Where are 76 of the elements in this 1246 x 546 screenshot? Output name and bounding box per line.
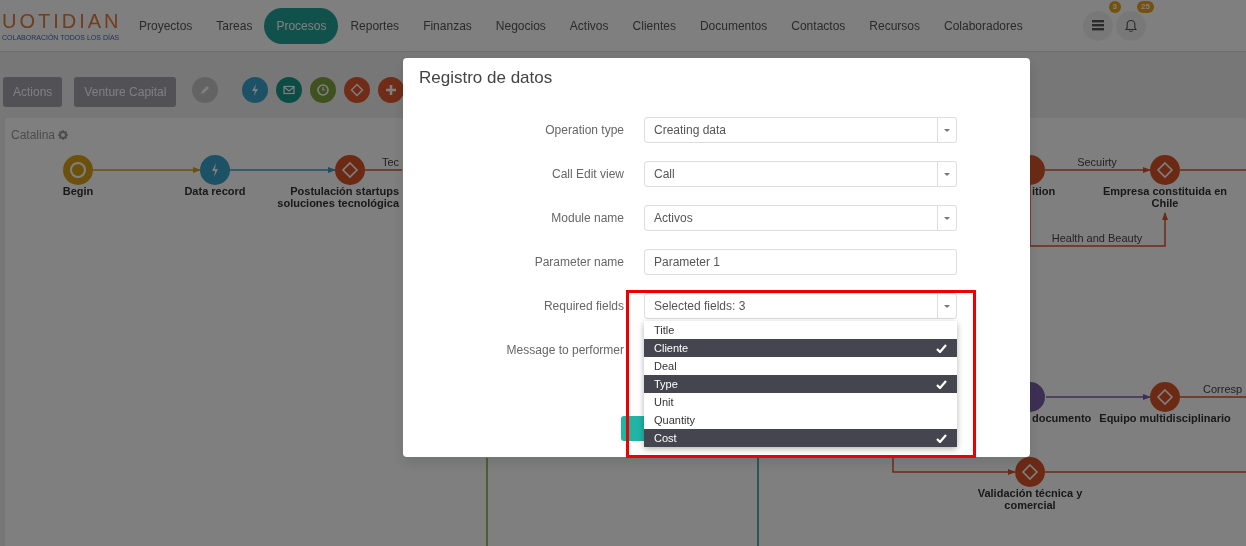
diamond-icon <box>340 160 360 180</box>
nav-tab[interactable]: Contactos <box>779 8 858 43</box>
caret-icon <box>943 171 951 177</box>
diamond-icon <box>1020 462 1040 482</box>
envelope-icon <box>282 83 297 97</box>
nav-tab[interactable]: Finanzas <box>411 8 484 43</box>
nav-tab[interactable]: Proyectos <box>127 8 205 43</box>
dropdown-option[interactable]: Deal <box>644 357 957 375</box>
process-node[interactable] <box>1150 155 1180 185</box>
tool-button[interactable] <box>378 77 405 103</box>
list-icon <box>1091 19 1105 32</box>
nav-tab[interactable]: Recursos <box>857 8 932 43</box>
select-field[interactable]: Activos <box>644 205 957 231</box>
edge-label: Tec <box>381 156 399 168</box>
start-event-icon <box>68 160 88 180</box>
dropdown-option[interactable]: Type <box>644 375 957 393</box>
dropdown-option[interactable]: Title <box>644 321 957 339</box>
caret-icon <box>943 303 951 309</box>
check-icon <box>936 379 947 389</box>
select-field[interactable]: Call <box>644 161 957 187</box>
connector-line <box>363 169 403 171</box>
caret-icon <box>943 215 951 221</box>
edge-label: Corresp <box>1203 383 1243 395</box>
check-icon <box>936 433 947 443</box>
diamond-icon <box>1155 387 1175 407</box>
nav-tab[interactable]: Negocios <box>483 8 558 43</box>
dropdown-option[interactable]: Quantity <box>644 411 957 429</box>
process-node[interactable] <box>1150 382 1180 412</box>
count-badge: 3 <box>1108 0 1121 13</box>
connector-line <box>1179 169 1246 171</box>
logo-text: UOTIDIAN <box>2 10 123 31</box>
node-label: documento <box>1032 413 1092 425</box>
edge-label: Secuirty <box>1077 156 1117 168</box>
field-label: Module name <box>550 210 624 227</box>
dropdown-option[interactable]: Cost <box>644 429 957 447</box>
nav-tab[interactable]: Documentos <box>687 8 780 43</box>
dropdown-option[interactable]: Unit <box>644 393 957 411</box>
clock-icon <box>316 83 331 97</box>
nav-tab[interactable]: Activos <box>557 8 621 43</box>
field-label: Parameter name <box>533 254 624 271</box>
edge-label: Health and Beauty <box>1051 232 1143 244</box>
nav-tab[interactable]: Clientes <box>620 8 688 43</box>
caret-icon <box>943 127 951 133</box>
process-node[interactable] <box>335 155 365 185</box>
dropdown-option[interactable]: Cliente <box>644 339 957 357</box>
modal-title: Registro de datos <box>419 68 553 89</box>
list-button[interactable] <box>1083 10 1113 41</box>
gear-icon <box>58 130 69 140</box>
node-label: Postulación startups soluciones tecnológica <box>277 186 399 210</box>
plus-icon <box>384 83 399 97</box>
node-label: ition <box>1032 186 1056 198</box>
nav-tab[interactable]: Reportes <box>338 8 412 43</box>
connector-line <box>1179 396 1246 398</box>
node-label: Equipo multidisciplinario <box>1099 413 1231 425</box>
process-node[interactable] <box>1015 457 1045 487</box>
field-label: Call Edit view <box>550 166 624 183</box>
process-node[interactable] <box>200 155 230 185</box>
nav-tab[interactable]: Tareas <box>204 8 265 43</box>
check-icon <box>936 343 947 353</box>
select-field[interactable]: Creating data <box>644 117 957 143</box>
node-label: Data record <box>184 186 246 198</box>
node-label: Begin <box>62 186 94 198</box>
node-label: Empresa constituida en Chile <box>1102 186 1228 210</box>
bell-icon <box>1124 19 1138 32</box>
nav-tab[interactable]: Colaboradores <box>932 8 1035 43</box>
field-label: Required fields <box>542 298 624 315</box>
text-field[interactable]: Parameter 1 <box>644 249 957 275</box>
count-badge: 25 <box>1137 0 1154 13</box>
notifications-button[interactable] <box>1116 10 1146 41</box>
field-label: Message to performer <box>505 342 624 359</box>
process-node[interactable] <box>63 155 93 185</box>
field-label: Operation type <box>544 122 624 139</box>
node-label: Validación técnica y comercial <box>977 488 1083 512</box>
diamond-icon <box>1155 160 1175 180</box>
diamond-icon <box>350 83 365 97</box>
nav-tab[interactable]: Procesos <box>264 7 339 44</box>
